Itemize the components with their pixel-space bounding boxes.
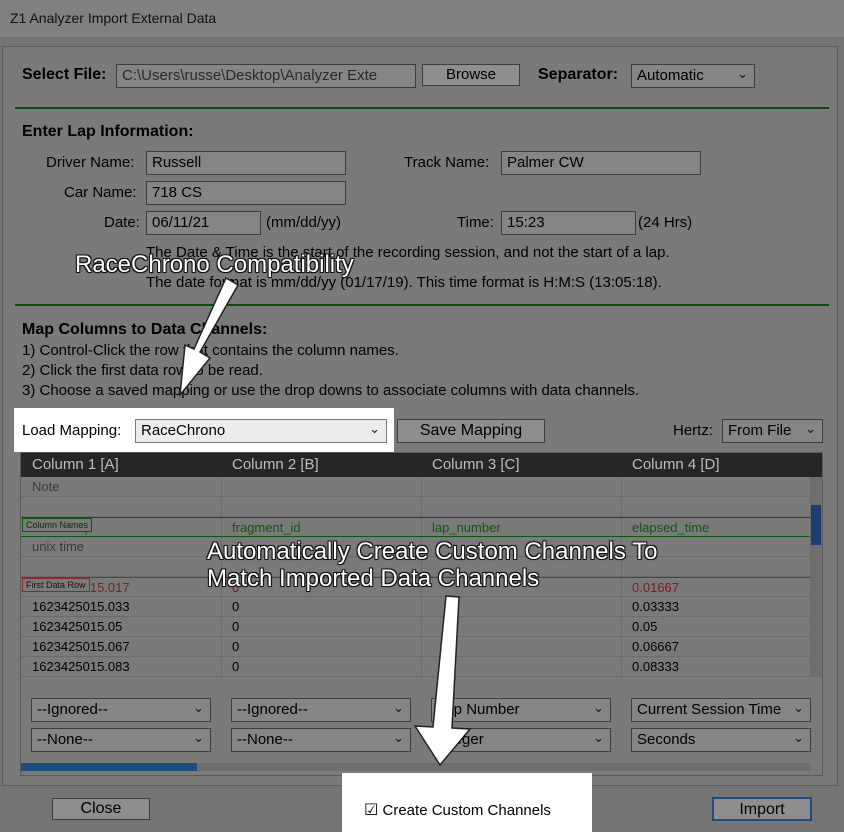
auto-channels-annotation-line2: Match Imported Data Channels [207,565,540,592]
annotation-arrows [179,276,472,767]
arrow-custom-channels-icon [413,595,472,767]
auto-channels-annotation-line1: Automatically Create Custom Channels To [207,538,658,565]
racechrono-annotation: RaceChrono Compatibility [75,251,354,278]
arrow-racechrono-icon [179,276,240,398]
